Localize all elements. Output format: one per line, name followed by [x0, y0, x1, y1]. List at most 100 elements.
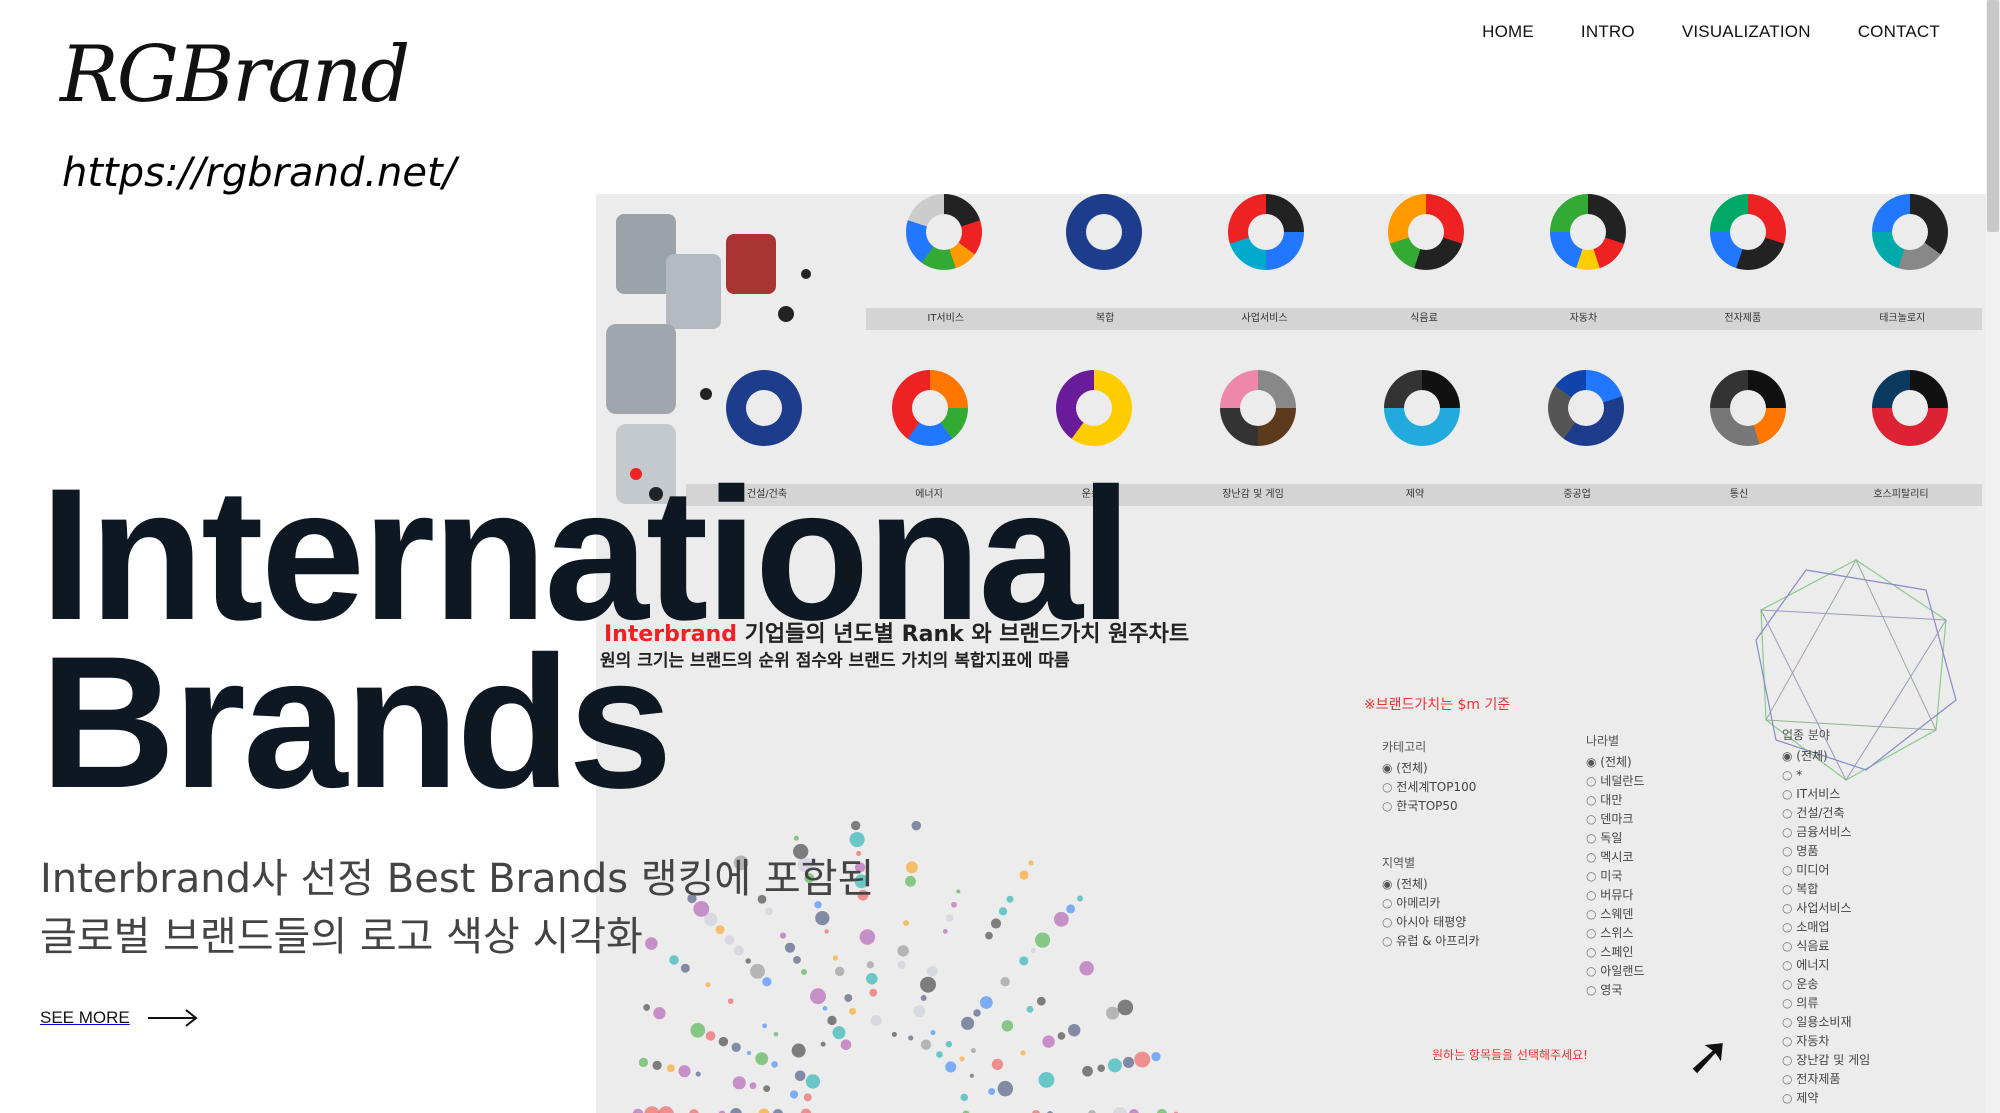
- page-scrollbar[interactable]: [1986, 0, 2000, 1113]
- hero-title: International Brands: [40, 449, 1132, 816]
- bubble-dot: [755, 1052, 769, 1066]
- bubble-dot: [653, 1006, 666, 1020]
- filter-category: 카테고리 (전체) 전세계TOP100 한국TOP50: [1382, 738, 1476, 816]
- bubble-dot: [800, 1108, 812, 1113]
- bubble-dot: [1053, 911, 1069, 927]
- bubble-dot: [1129, 1108, 1139, 1113]
- bubble-dot: [1006, 895, 1014, 903]
- main-nav: HOME INTRO VISUALIZATION CONTACT: [1482, 22, 1940, 42]
- bubble-dot: [773, 1108, 783, 1113]
- bubble-dot: [973, 1009, 981, 1017]
- bubble-dot: [945, 1040, 953, 1048]
- bubble-dot: [832, 1026, 846, 1040]
- bubble-dot: [632, 1108, 644, 1113]
- bubble-dot: [730, 1108, 742, 1113]
- bubble-dot: [705, 982, 711, 988]
- donut-transport[interactable]: [1056, 370, 1132, 446]
- bubble-dot: [1026, 1005, 1034, 1013]
- site-url: https://rgbrand.net/: [62, 150, 457, 196]
- bubble-dot: [1077, 895, 1084, 902]
- bubble-dot: [1019, 956, 1029, 966]
- bubble-dot: [658, 1106, 674, 1113]
- bubble-dot: [652, 1060, 662, 1070]
- donut-technology[interactable]: [1872, 194, 1948, 270]
- bubble-dot: [643, 1004, 651, 1011]
- bubble-dot: [991, 1058, 1004, 1071]
- bubble-dot: [791, 1043, 806, 1058]
- bubble-dot: [771, 1061, 778, 1068]
- scrollbar-thumb[interactable]: [1987, 0, 1999, 232]
- donut-heavy-industry[interactable]: [1548, 370, 1624, 446]
- bubble-dot: [800, 968, 808, 975]
- bubble-dot: [936, 1051, 943, 1058]
- bubble-dot: [690, 1022, 706, 1038]
- bubble-dot: [905, 861, 918, 874]
- donut-diversified[interactable]: [1066, 194, 1142, 270]
- donut-automotive[interactable]: [1550, 194, 1626, 270]
- bubble-dot: [961, 1016, 975, 1030]
- bubble-dot: [990, 918, 1002, 929]
- bubble-dot: [1042, 1035, 1055, 1048]
- bubble-dot: [803, 1093, 812, 1102]
- bubble-dot: [1107, 1058, 1122, 1073]
- bubble-dot: [773, 1031, 779, 1037]
- bubble-dot: [789, 1090, 799, 1099]
- bubble-dot: [810, 988, 826, 1005]
- bubble-dot: [920, 1039, 932, 1050]
- filter-country: 나라별 (전체) 네덜란드 대만 덴마크 독일 멕시코 미국 버뮤다 스웨덴 스…: [1586, 732, 1644, 1000]
- hero-title-line1: International: [40, 449, 1132, 659]
- donut-toys-games[interactable]: [1220, 370, 1296, 446]
- bubble-dot: [951, 901, 957, 908]
- bubble-dot: [1038, 1071, 1055, 1088]
- donut-pharma[interactable]: [1384, 370, 1460, 446]
- donut-electronics[interactable]: [1710, 194, 1786, 270]
- bubble-dot: [1034, 932, 1051, 948]
- bubble-dot: [1000, 977, 1010, 987]
- bubble-dot: [732, 1076, 746, 1090]
- bubble-dot: [945, 1061, 957, 1073]
- donut-business-services[interactable]: [1228, 194, 1304, 270]
- bubble-dot: [850, 820, 861, 831]
- bubble-dot: [1106, 1006, 1120, 1020]
- click-cursor-icon: ➚: [1686, 1024, 1732, 1087]
- nav-contact[interactable]: CONTACT: [1858, 22, 1940, 42]
- bubble-dot: [945, 914, 954, 922]
- bubble-dot: [718, 1036, 729, 1047]
- bubble-dot: [1151, 1051, 1161, 1062]
- category-band-row1: IT서비스 복합 사업서비스 식음료 자동차 전자제품 테크놀로지: [866, 308, 1982, 330]
- bubble-dot: [866, 973, 878, 985]
- site-logo[interactable]: RGBrand: [60, 30, 410, 120]
- bubble-dot: [822, 1006, 828, 1011]
- bubble-dot: [638, 1057, 649, 1068]
- bubble-dot: [849, 1007, 857, 1015]
- bubble-dot: [666, 1064, 675, 1073]
- bubble-dot: [1097, 1064, 1105, 1073]
- donut-it-services[interactable]: [906, 194, 982, 270]
- bubble-dot: [1019, 870, 1029, 880]
- nav-intro[interactable]: INTRO: [1581, 22, 1635, 42]
- see-more-link[interactable]: SEE MORE: [40, 1008, 198, 1028]
- bubble-dot: [820, 1041, 826, 1047]
- bubble-dot: [1117, 999, 1134, 1016]
- bubble-dot: [920, 994, 927, 1001]
- bubble-dot: [749, 1082, 757, 1090]
- bubble-dot: [794, 1070, 806, 1082]
- donut-energy[interactable]: [892, 370, 968, 446]
- bubble-dot: [988, 1088, 996, 1096]
- bubble-dot: [763, 1085, 771, 1093]
- bubble-dot: [678, 1065, 691, 1078]
- bubble-dot: [908, 1035, 914, 1041]
- bubble-dot: [1030, 948, 1036, 954]
- bubble-dot: [695, 1071, 701, 1077]
- nav-visualization[interactable]: VISUALIZATION: [1682, 22, 1811, 42]
- donut-construction[interactable]: [726, 370, 802, 446]
- bubble-dot: [1001, 1020, 1014, 1032]
- bubble-dot: [997, 1080, 1014, 1097]
- nav-home[interactable]: HOME: [1482, 22, 1534, 42]
- bubble-dot: [750, 963, 765, 979]
- donut-hospitality[interactable]: [1872, 370, 1948, 446]
- bubble-dot: [762, 1023, 768, 1029]
- donut-telecom[interactable]: [1710, 370, 1786, 446]
- donut-food-beverage[interactable]: [1388, 194, 1464, 270]
- bubble-dot: [793, 835, 799, 841]
